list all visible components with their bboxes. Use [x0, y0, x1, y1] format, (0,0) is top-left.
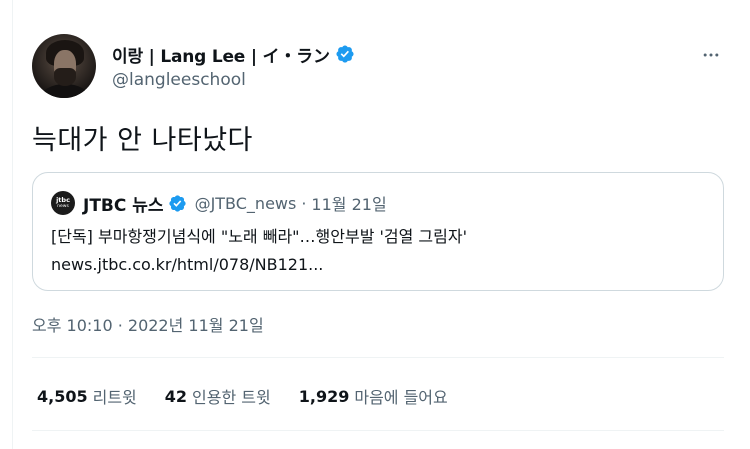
- avatar[interactable]: [32, 34, 96, 98]
- retweet-label: 리트윗: [92, 388, 137, 407]
- author-info: 이랑 | Lang Lee | イ・ラン @langleeschool: [112, 42, 355, 90]
- quote-tweet-count: 42: [164, 386, 188, 406]
- jtbc-logo-avatar: jtbc news: [51, 191, 75, 215]
- quote-header: jtbc news JTBC 뉴스 @JTBC_news · 11월 21일: [51, 189, 387, 217]
- like-count: 1,929: [298, 386, 350, 406]
- author-handle[interactable]: @langleeschool: [112, 70, 355, 90]
- quote-handle: @JTBC_news: [194, 193, 297, 213]
- logo-subtext: news: [57, 203, 69, 209]
- column-border: [12, 0, 13, 449]
- divider: [32, 357, 724, 358]
- like-label: 마음에 들어요: [354, 388, 448, 407]
- logo-text: jtbc: [56, 196, 70, 204]
- quote-tweet-label: 인용한 트윗: [192, 388, 271, 407]
- quote-headline: [단독] 부마항쟁기념식에 "노래 빼라"…행안부발 '검열 그림자': [51, 227, 467, 246]
- tweet-text: 늑대가 안 나타났다: [32, 125, 253, 156]
- tweet-header: 이랑 | Lang Lee | イ・ラン @langleeschool: [32, 34, 732, 100]
- engagement-stats: 4,505 리트윗 42 인용한 트윗 1,929 마음에 들어요: [37, 384, 476, 408]
- tweet-timestamp[interactable]: 오후 10:10 · 2022년 11월 21일: [32, 312, 264, 336]
- quote-date: 11월 21일: [311, 195, 387, 214]
- verified-badge-icon: [168, 194, 187, 213]
- retweet-stat[interactable]: 4,505 리트윗: [37, 384, 137, 408]
- display-name[interactable]: 이랑 | Lang Lee | イ・ラン: [112, 42, 330, 67]
- divider: [32, 430, 724, 431]
- like-stat[interactable]: 1,929 마음에 들어요: [299, 384, 448, 408]
- verified-badge-icon: [335, 44, 355, 64]
- quote-tweet-card[interactable]: jtbc news JTBC 뉴스 @JTBC_news · 11월 21일 […: [32, 172, 724, 291]
- quote-link[interactable]: news.jtbc.co.kr/html/078/NB121...: [51, 251, 711, 279]
- separator-dot: ·: [301, 193, 307, 213]
- display-name-row: 이랑 | Lang Lee | イ・ラン: [112, 42, 355, 67]
- quote-display-name: JTBC 뉴스: [83, 195, 164, 216]
- more-horizontal-icon[interactable]: [700, 44, 722, 66]
- quote-tweet-stat[interactable]: 42 인용한 트윗: [165, 384, 271, 408]
- retweet-count: 4,505: [37, 386, 88, 406]
- quote-body: [단독] 부마항쟁기념식에 "노래 빼라"…행안부발 '검열 그림자' news…: [51, 223, 711, 279]
